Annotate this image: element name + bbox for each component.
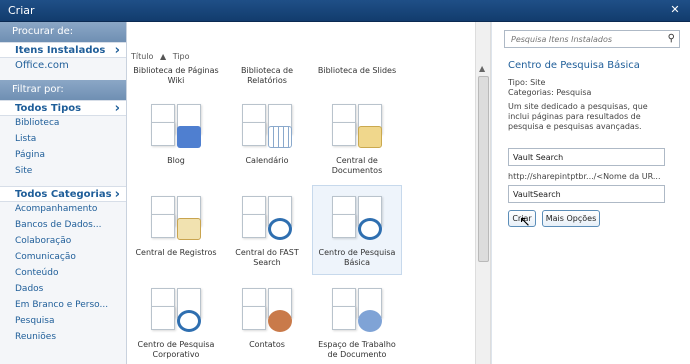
contacts-icon <box>240 286 294 334</box>
filter-type-library[interactable]: Biblioteca <box>0 116 126 132</box>
window-titlebar: Criar ✕ <box>0 0 690 22</box>
details-panel: ⚲ Centro de Pesquisa Básica Tipo: Site C… <box>491 22 690 364</box>
tile-label: Centro de Pesquisa Básica <box>318 248 396 267</box>
basic-search-icon <box>330 194 384 242</box>
tile-label: Biblioteca de Relatórios <box>240 66 294 85</box>
filter-all-types[interactable]: Todos Tipos <box>0 100 126 116</box>
filter-type-page[interactable]: Página <box>0 148 126 164</box>
template-type: Tipo: Site <box>508 78 546 87</box>
template-title: Centro de Pesquisa Básica <box>508 60 640 71</box>
filter-category-content[interactable]: Conteúdo <box>0 266 126 282</box>
tile-corporate-search-center[interactable]: Centro de Pesquisa Corporativo <box>131 286 221 360</box>
browse-installed-items[interactable]: Itens Instalados <box>0 42 126 58</box>
tile-slide-library[interactable]: Biblioteca de Slides <box>312 66 402 76</box>
tile-label: Espaço de Trabalho de Documento <box>318 340 396 359</box>
tile-blog[interactable]: Blog <box>131 102 221 166</box>
scroll-up-arrow-icon[interactable]: ▲ <box>479 64 485 73</box>
tile-contacts[interactable]: Contatos <box>222 286 312 350</box>
sort-bar: Título ▲ Tipo <box>131 52 194 61</box>
tile-fast-search-center[interactable]: Central do FAST Search <box>222 194 312 268</box>
document-workspace-icon <box>330 286 384 334</box>
site-url-field[interactable] <box>508 185 665 203</box>
sort-arrow-icon: ▲ <box>159 52 167 61</box>
filter-category-blank-custom[interactable]: Em Branco e Perso... <box>0 298 126 314</box>
tile-label: Biblioteca de Páginas Wiki <box>133 66 219 85</box>
search-box: ⚲ <box>504 30 680 48</box>
more-options-button[interactable]: Mais Opções <box>542 210 600 227</box>
tile-label: Blog <box>167 156 185 165</box>
template-description-line-1: Um site dedicado a pesquisas, que <box>508 102 648 111</box>
filter-category-search[interactable]: Pesquisa <box>0 314 126 330</box>
filter-header: Filtrar por: <box>0 80 126 100</box>
close-icon[interactable]: ✕ <box>668 3 682 17</box>
filter-type-site[interactable]: Site <box>0 164 126 180</box>
tile-wiki-page-library[interactable]: Biblioteca de Páginas Wiki <box>131 66 221 86</box>
tile-records-center[interactable]: Central de Registros <box>131 194 221 258</box>
tile-label: Centro de Pesquisa Corporativo <box>137 340 215 359</box>
site-name-field[interactable] <box>508 148 665 166</box>
filter-category-databases[interactable]: Bancos de Dados... <box>0 218 126 234</box>
search-input[interactable] <box>505 31 655 47</box>
filter-all-categories[interactable]: Todos Categorias <box>0 186 126 202</box>
blog-icon <box>149 102 203 150</box>
template-description-line-3: pesquisa e pesquisas avançadas. <box>508 122 642 131</box>
fast-search-icon <box>240 194 294 242</box>
tile-document-workspace[interactable]: Espaço de Trabalho de Documento <box>312 286 402 360</box>
tile-label: Calendário <box>245 156 289 165</box>
template-gallery: Título ▲ Tipo Biblioteca de Páginas Wiki… <box>127 22 475 364</box>
sort-by-type[interactable]: Tipo <box>173 52 190 61</box>
tile-basic-search-center[interactable]: Centro de Pesquisa Básica <box>312 185 402 275</box>
filter-category-collaboration[interactable]: Colaboração <box>0 234 126 250</box>
url-prefix-label: http://sharepintptbr.../<Nome da UR... <box>508 172 661 181</box>
browse-header: Procurar de: <box>0 22 126 42</box>
tile-label: Contatos <box>249 340 285 349</box>
mouse-pointer-icon: ↖ <box>519 214 531 230</box>
tile-report-library[interactable]: Biblioteca de Relatórios <box>222 66 312 86</box>
filter-category-communication[interactable]: Comunicação <box>0 250 126 266</box>
filter-category-tracking[interactable]: Acompanhamento <box>0 202 126 218</box>
template-categories: Categorias: Pesquisa <box>508 88 592 97</box>
window-title: Criar <box>8 4 35 17</box>
calendar-icon <box>240 102 294 150</box>
template-description-line-2: inclui páginas para resultados de <box>508 112 641 121</box>
records-lock-icon <box>149 194 203 242</box>
tile-label: Central do FAST Search <box>235 248 299 267</box>
corporate-search-icon <box>149 286 203 334</box>
filter-category-meetings[interactable]: Reuniões <box>0 330 126 346</box>
search-icon[interactable]: ⚲ <box>668 33 675 44</box>
tile-document-center[interactable]: Central de Documentos <box>312 102 402 176</box>
sort-by-title[interactable]: Título <box>131 52 153 61</box>
scrollbar-thumb[interactable] <box>478 76 489 262</box>
tile-label: Central de Documentos <box>331 156 383 175</box>
tile-label: Central de Registros <box>135 248 217 257</box>
folder-icon <box>330 102 384 150</box>
sidebar: Procurar de: Itens Instalados Office.com… <box>0 22 127 364</box>
filter-type-list[interactable]: Lista <box>0 132 126 148</box>
browse-office-com[interactable]: Office.com <box>0 58 126 74</box>
filter-category-data[interactable]: Dados <box>0 282 126 298</box>
tile-label: Biblioteca de Slides <box>317 66 397 75</box>
gallery-scrollbar[interactable]: ▲ <box>475 22 491 364</box>
tile-calendar[interactable]: Calendário <box>222 102 312 166</box>
